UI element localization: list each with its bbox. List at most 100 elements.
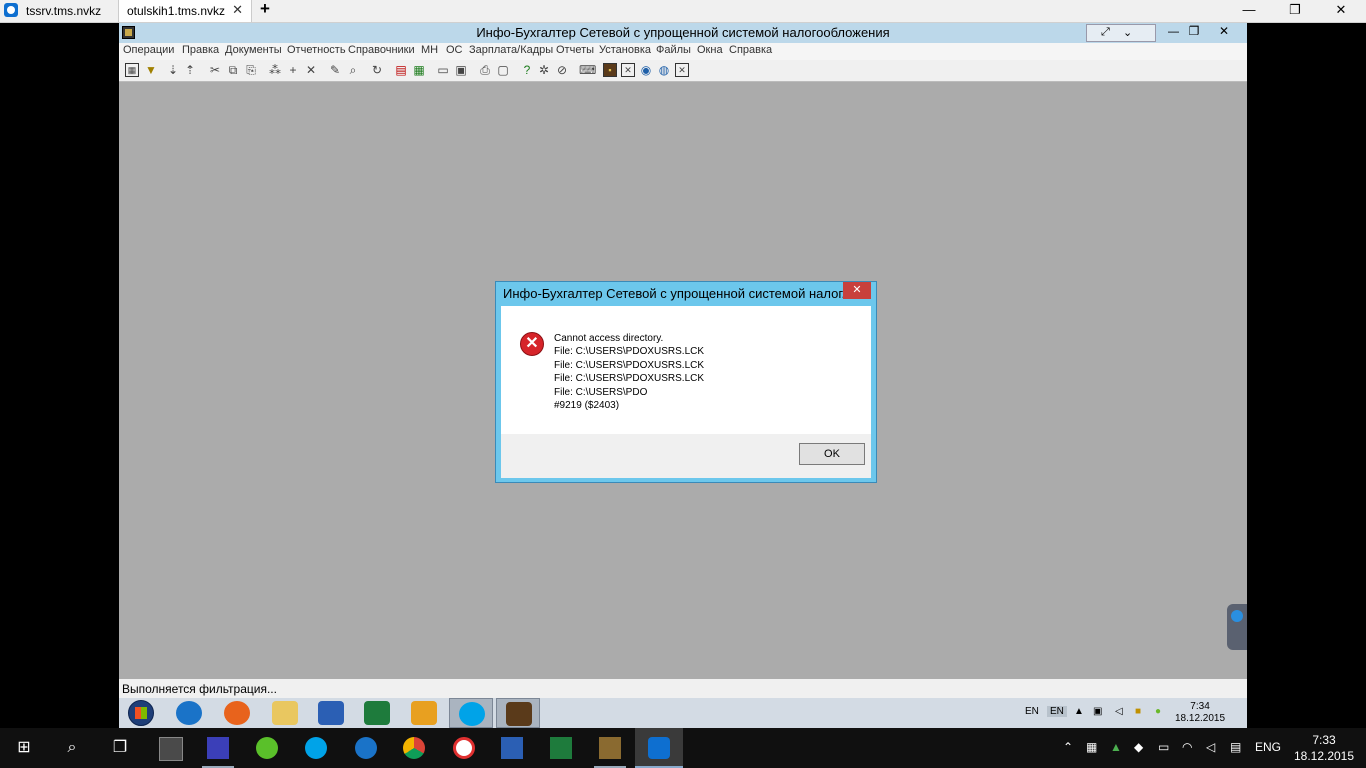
web-icon[interactable]: ◍	[657, 63, 671, 77]
table-icon[interactable]: ▦	[125, 63, 139, 77]
add-tab-icon[interactable]: +	[260, 0, 270, 19]
keyboard-icon[interactable]: ⌨	[579, 63, 596, 77]
menu-salary[interactable]: Зарплата/Кадры	[469, 44, 553, 56]
menu-reports[interactable]: Отчеты	[556, 44, 594, 56]
app-close-button[interactable]: ✕	[1209, 23, 1239, 41]
menu-references[interactable]: Справочники	[348, 44, 415, 56]
app-restore-button[interactable]: ❐	[1179, 23, 1209, 41]
filter-icon[interactable]: ▼	[144, 63, 158, 77]
save-icon[interactable]: ▣	[454, 63, 468, 77]
compass-icon[interactable]: ⊘	[555, 63, 569, 77]
teamviewer-button[interactable]	[635, 728, 683, 768]
calculator-button[interactable]	[146, 728, 194, 768]
menu-reporting[interactable]: Отчетность	[287, 44, 346, 56]
tab-close-icon[interactable]: ✕	[232, 0, 243, 20]
teamviewer-tool-icon[interactable]: ◉	[639, 63, 653, 77]
menu-os[interactable]: ОС	[446, 44, 463, 56]
language-indicator[interactable]: ENG	[1255, 740, 1281, 754]
wifi-icon[interactable]: ◠	[1182, 740, 1192, 754]
tray-app-icon[interactable]: ▦	[1086, 740, 1097, 754]
power-icon[interactable]: ▭	[1158, 740, 1169, 754]
grid-icon[interactable]: ⁂	[268, 63, 282, 77]
action-center-icon[interactable]: ▤	[1230, 740, 1241, 754]
sort-desc-icon[interactable]: ⇡	[183, 63, 197, 77]
add-icon[interactable]: +	[286, 63, 300, 77]
menu-files[interactable]: Файлы	[656, 44, 691, 56]
clock[interactable]: 7:33 18.12.2015	[1290, 732, 1358, 764]
teamviewer-remote-controls[interactable]: ⤢ ⌄	[1086, 24, 1156, 42]
print-icon[interactable]: ⎙	[478, 63, 492, 77]
network-icon[interactable]: ▣	[1093, 706, 1102, 717]
show-hidden-icons-icon[interactable]: ▲	[1074, 706, 1084, 717]
find-icon[interactable]: ⌕	[346, 63, 360, 77]
open-folder-icon[interactable]: ▭	[436, 63, 450, 77]
dialog-close-button[interactable]: ✕	[843, 282, 871, 299]
volume-icon[interactable]: ◁	[1115, 706, 1123, 717]
tab-tssrv[interactable]: tssrv.tms.nvkz	[0, 0, 117, 22]
remote-date: 18.12.2015	[1175, 713, 1226, 724]
menu-mn[interactable]: МН	[421, 44, 438, 56]
sort-asc-icon[interactable]: ⇣	[166, 63, 180, 77]
security-icon[interactable]: ●	[1155, 706, 1161, 717]
remote-explorer-button[interactable]	[263, 698, 307, 728]
remote-excel-button[interactable]	[355, 698, 399, 728]
remote-clock[interactable]: 7:34 18.12.2015	[1175, 701, 1225, 725]
remote-start-button[interactable]	[123, 698, 159, 728]
excel-button[interactable]	[537, 728, 585, 768]
ie-icon	[176, 701, 202, 725]
yandex-browser-button[interactable]	[440, 728, 488, 768]
show-hidden-icons-icon[interactable]: ⌃	[1063, 740, 1073, 754]
menu-edit[interactable]: Правка	[182, 44, 219, 56]
fullscreen-icon[interactable]: ⤢	[1101, 26, 1110, 39]
refresh-icon[interactable]: ↻	[370, 63, 384, 77]
edge-button[interactable]	[342, 728, 390, 768]
chevron-down-icon[interactable]: ⌄	[1123, 26, 1132, 39]
icq-button[interactable]	[243, 728, 291, 768]
close-session-icon[interactable]: ✕	[675, 63, 689, 77]
pdf-icon[interactable]: ▤	[394, 63, 408, 77]
edit-icon[interactable]: ✎	[328, 63, 342, 77]
chrome-button[interactable]	[390, 728, 438, 768]
delete-icon[interactable]: ✕	[304, 63, 318, 77]
remote-firefox-button[interactable]	[215, 698, 259, 728]
spreadsheet-icon[interactable]: ▦	[412, 63, 426, 77]
tab-otulskih1[interactable]: otulskih1.tms.nvkz ✕	[118, 0, 252, 22]
start-button[interactable]: ⊞	[0, 728, 48, 768]
menu-settings[interactable]: Установка	[599, 44, 651, 56]
remote-skype-button[interactable]	[449, 698, 493, 728]
app-window-icon[interactable]: ▪	[603, 63, 617, 77]
app-titlebar[interactable]: Инфо-Бухгалтер Сетевой с упрощенной сист…	[119, 23, 1247, 43]
help-icon[interactable]: ?	[520, 63, 534, 77]
paste-icon[interactable]: ⎘	[244, 63, 258, 77]
ok-button[interactable]: OK	[799, 443, 865, 465]
restore-button[interactable]: ❐	[1272, 0, 1318, 20]
remote-lang-indicator[interactable]: EN	[1025, 706, 1039, 717]
close-window-icon[interactable]: ✕	[621, 63, 635, 77]
context-help-icon[interactable]: ✲	[537, 63, 551, 77]
minimize-button[interactable]: —	[1226, 0, 1272, 20]
dropbox-icon[interactable]: ◆	[1134, 740, 1143, 754]
remote-lang-button[interactable]: EN	[1047, 706, 1067, 717]
cut-icon[interactable]: ✂	[208, 63, 222, 77]
task-view-button[interactable]: ❐	[96, 728, 144, 768]
video-app-button[interactable]	[586, 728, 634, 768]
teamviewer-side-panel-icon[interactable]	[1227, 604, 1247, 650]
menu-help[interactable]: Справка	[729, 44, 772, 56]
remote-accounting-app-button[interactable]	[496, 698, 540, 728]
close-button[interactable]: ✕	[1318, 0, 1364, 20]
remote-word-button[interactable]	[309, 698, 353, 728]
notification-icon[interactable]: ■	[1135, 706, 1141, 717]
search-button[interactable]: ⌕	[48, 728, 96, 768]
save-app-button[interactable]	[194, 728, 242, 768]
menu-windows[interactable]: Окна	[697, 44, 723, 56]
word-button[interactable]	[488, 728, 536, 768]
skype-button[interactable]	[292, 728, 340, 768]
preview-icon[interactable]: ▢	[496, 63, 510, 77]
remote-ie-button[interactable]	[167, 698, 211, 728]
menu-documents[interactable]: Документы	[225, 44, 282, 56]
copy-icon[interactable]: ⧉	[226, 63, 240, 77]
google-drive-icon[interactable]: ▲	[1110, 740, 1122, 754]
speaker-icon[interactable]: ◁	[1206, 740, 1215, 754]
menu-operations[interactable]: Операции	[123, 44, 174, 56]
remote-outlook-button[interactable]	[402, 698, 446, 728]
